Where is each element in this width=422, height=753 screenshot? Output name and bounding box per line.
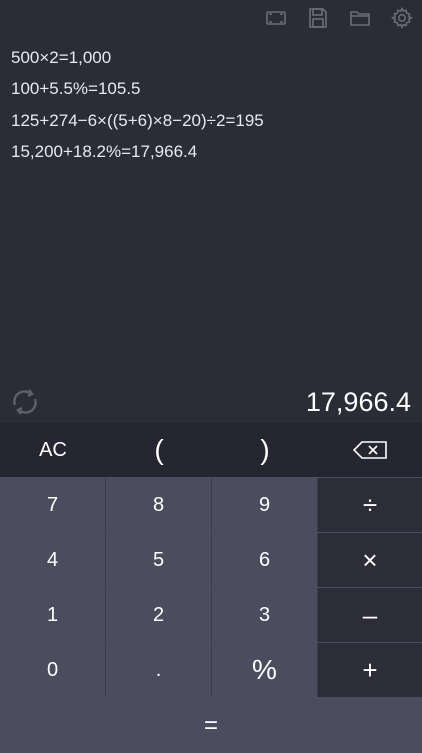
- plus-button[interactable]: +: [318, 643, 422, 697]
- digit-0-button[interactable]: 0: [0, 643, 106, 697]
- decimal-button[interactable]: .: [106, 643, 212, 697]
- clear-button[interactable]: AC: [0, 423, 106, 477]
- digit-7-button[interactable]: 7: [0, 478, 106, 532]
- history-item[interactable]: 100+5.5%=105.5: [11, 73, 411, 104]
- backspace-button[interactable]: [318, 423, 422, 477]
- close-paren-button[interactable]: ): [212, 423, 318, 477]
- result-row: 17,966.4: [0, 381, 422, 423]
- refresh-icon[interactable]: [8, 385, 42, 419]
- history-item[interactable]: 500×2=1,000: [11, 42, 411, 73]
- open-paren-button[interactable]: (: [106, 423, 212, 477]
- digit-3-button[interactable]: 3: [212, 588, 318, 642]
- divide-button[interactable]: ÷: [318, 478, 422, 532]
- folder-icon[interactable]: [348, 6, 372, 30]
- digit-8-button[interactable]: 8: [106, 478, 212, 532]
- digit-9-button[interactable]: 9: [212, 478, 318, 532]
- gear-icon[interactable]: [390, 6, 414, 30]
- equals-button[interactable]: =: [0, 698, 422, 753]
- digit-4-button[interactable]: 4: [0, 533, 106, 587]
- history-list: 500×2=1,000 100+5.5%=105.5 125+274−6×((5…: [11, 42, 411, 167]
- percent-button[interactable]: %: [212, 643, 318, 697]
- keypad: AC ( ) 7 8 9 ÷ 4 5 6 × 1 2 3 – 0 . % + =: [0, 423, 422, 753]
- history-item[interactable]: 125+274−6×((5+6)×8−20)÷2=195: [11, 105, 411, 136]
- toolbar: [264, 6, 414, 30]
- result-display: 17,966.4: [305, 387, 411, 417]
- digit-2-button[interactable]: 2: [106, 588, 212, 642]
- minus-button[interactable]: –: [318, 588, 422, 642]
- digit-1-button[interactable]: 1: [0, 588, 106, 642]
- save-icon[interactable]: [306, 6, 330, 30]
- multiply-button[interactable]: ×: [318, 533, 422, 587]
- history-item[interactable]: 15,200+18.2%=17,966.4: [11, 136, 411, 167]
- backspace-icon: [352, 441, 387, 459]
- digit-5-button[interactable]: 5: [106, 533, 212, 587]
- fullscreen-icon[interactable]: [264, 6, 288, 30]
- digit-6-button[interactable]: 6: [212, 533, 318, 587]
